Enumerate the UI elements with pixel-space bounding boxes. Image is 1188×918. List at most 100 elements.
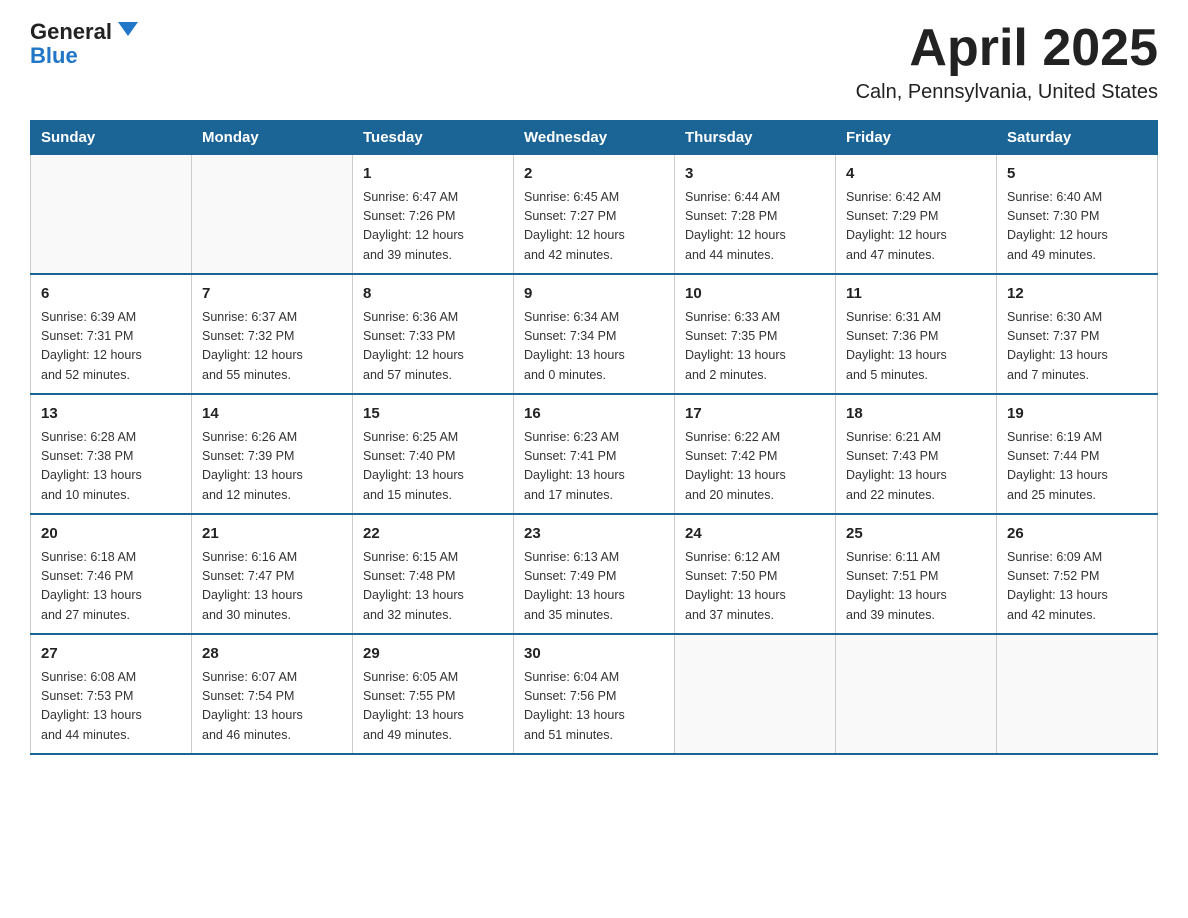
day-info: Sunrise: 6:09 AM Sunset: 7:52 PM Dayligh… [1007, 548, 1147, 626]
day-cell: 5Sunrise: 6:40 AM Sunset: 7:30 PM Daylig… [997, 155, 1158, 275]
day-info: Sunrise: 6:16 AM Sunset: 7:47 PM Dayligh… [202, 548, 342, 626]
page-header: General Blue April 2025 Caln, Pennsylvan… [30, 20, 1158, 104]
day-info: Sunrise: 6:40 AM Sunset: 7:30 PM Dayligh… [1007, 188, 1147, 266]
location-title: Caln, Pennsylvania, United States [856, 81, 1158, 104]
logo-blue-text: Blue [30, 44, 78, 68]
day-number: 10 [685, 283, 825, 306]
day-number: 19 [1007, 403, 1147, 426]
week-row-3: 13Sunrise: 6:28 AM Sunset: 7:38 PM Dayli… [31, 394, 1158, 514]
day-number: 17 [685, 403, 825, 426]
day-cell: 10Sunrise: 6:33 AM Sunset: 7:35 PM Dayli… [675, 274, 836, 394]
day-cell: 15Sunrise: 6:25 AM Sunset: 7:40 PM Dayli… [353, 394, 514, 514]
day-number: 11 [846, 283, 986, 306]
day-info: Sunrise: 6:36 AM Sunset: 7:33 PM Dayligh… [363, 308, 503, 386]
calendar-body: 1Sunrise: 6:47 AM Sunset: 7:26 PM Daylig… [31, 155, 1158, 755]
day-number: 8 [363, 283, 503, 306]
day-number: 12 [1007, 283, 1147, 306]
day-info: Sunrise: 6:08 AM Sunset: 7:53 PM Dayligh… [41, 668, 181, 746]
day-number: 5 [1007, 163, 1147, 186]
month-title: April 2025 [856, 20, 1158, 77]
day-cell: 13Sunrise: 6:28 AM Sunset: 7:38 PM Dayli… [31, 394, 192, 514]
header-cell-thursday: Thursday [675, 121, 836, 155]
day-cell: 7Sunrise: 6:37 AM Sunset: 7:32 PM Daylig… [192, 274, 353, 394]
day-cell: 27Sunrise: 6:08 AM Sunset: 7:53 PM Dayli… [31, 634, 192, 754]
day-cell: 23Sunrise: 6:13 AM Sunset: 7:49 PM Dayli… [514, 514, 675, 634]
day-cell: 3Sunrise: 6:44 AM Sunset: 7:28 PM Daylig… [675, 155, 836, 275]
day-cell: 14Sunrise: 6:26 AM Sunset: 7:39 PM Dayli… [192, 394, 353, 514]
day-info: Sunrise: 6:39 AM Sunset: 7:31 PM Dayligh… [41, 308, 181, 386]
day-number: 21 [202, 523, 342, 546]
day-number: 18 [846, 403, 986, 426]
day-info: Sunrise: 6:22 AM Sunset: 7:42 PM Dayligh… [685, 428, 825, 506]
day-info: Sunrise: 6:42 AM Sunset: 7:29 PM Dayligh… [846, 188, 986, 266]
day-number: 7 [202, 283, 342, 306]
day-info: Sunrise: 6:33 AM Sunset: 7:35 PM Dayligh… [685, 308, 825, 386]
day-info: Sunrise: 6:13 AM Sunset: 7:49 PM Dayligh… [524, 548, 664, 626]
day-info: Sunrise: 6:28 AM Sunset: 7:38 PM Dayligh… [41, 428, 181, 506]
day-cell: 26Sunrise: 6:09 AM Sunset: 7:52 PM Dayli… [997, 514, 1158, 634]
day-cell: 25Sunrise: 6:11 AM Sunset: 7:51 PM Dayli… [836, 514, 997, 634]
day-cell: 24Sunrise: 6:12 AM Sunset: 7:50 PM Dayli… [675, 514, 836, 634]
day-number: 26 [1007, 523, 1147, 546]
week-row-5: 27Sunrise: 6:08 AM Sunset: 7:53 PM Dayli… [31, 634, 1158, 754]
calendar-header: SundayMondayTuesdayWednesdayThursdayFrid… [31, 121, 1158, 155]
day-info: Sunrise: 6:26 AM Sunset: 7:39 PM Dayligh… [202, 428, 342, 506]
day-cell: 18Sunrise: 6:21 AM Sunset: 7:43 PM Dayli… [836, 394, 997, 514]
day-cell: 28Sunrise: 6:07 AM Sunset: 7:54 PM Dayli… [192, 634, 353, 754]
day-cell: 11Sunrise: 6:31 AM Sunset: 7:36 PM Dayli… [836, 274, 997, 394]
day-cell: 21Sunrise: 6:16 AM Sunset: 7:47 PM Dayli… [192, 514, 353, 634]
day-cell: 6Sunrise: 6:39 AM Sunset: 7:31 PM Daylig… [31, 274, 192, 394]
day-cell: 1Sunrise: 6:47 AM Sunset: 7:26 PM Daylig… [353, 155, 514, 275]
day-info: Sunrise: 6:15 AM Sunset: 7:48 PM Dayligh… [363, 548, 503, 626]
day-number: 29 [363, 643, 503, 666]
day-info: Sunrise: 6:47 AM Sunset: 7:26 PM Dayligh… [363, 188, 503, 266]
week-row-2: 6Sunrise: 6:39 AM Sunset: 7:31 PM Daylig… [31, 274, 1158, 394]
day-info: Sunrise: 6:30 AM Sunset: 7:37 PM Dayligh… [1007, 308, 1147, 386]
calendar-table: SundayMondayTuesdayWednesdayThursdayFrid… [30, 120, 1158, 755]
day-number: 3 [685, 163, 825, 186]
day-number: 24 [685, 523, 825, 546]
logo-triangle-icon [118, 22, 138, 36]
day-info: Sunrise: 6:25 AM Sunset: 7:40 PM Dayligh… [363, 428, 503, 506]
day-info: Sunrise: 6:37 AM Sunset: 7:32 PM Dayligh… [202, 308, 342, 386]
day-info: Sunrise: 6:45 AM Sunset: 7:27 PM Dayligh… [524, 188, 664, 266]
header-cell-saturday: Saturday [997, 121, 1158, 155]
day-cell: 2Sunrise: 6:45 AM Sunset: 7:27 PM Daylig… [514, 155, 675, 275]
header-cell-tuesday: Tuesday [353, 121, 514, 155]
day-info: Sunrise: 6:19 AM Sunset: 7:44 PM Dayligh… [1007, 428, 1147, 506]
header-cell-wednesday: Wednesday [514, 121, 675, 155]
day-info: Sunrise: 6:05 AM Sunset: 7:55 PM Dayligh… [363, 668, 503, 746]
day-number: 1 [363, 163, 503, 186]
day-info: Sunrise: 6:31 AM Sunset: 7:36 PM Dayligh… [846, 308, 986, 386]
header-cell-sunday: Sunday [31, 121, 192, 155]
day-number: 14 [202, 403, 342, 426]
day-number: 25 [846, 523, 986, 546]
day-info: Sunrise: 6:11 AM Sunset: 7:51 PM Dayligh… [846, 548, 986, 626]
day-cell: 9Sunrise: 6:34 AM Sunset: 7:34 PM Daylig… [514, 274, 675, 394]
day-cell: 17Sunrise: 6:22 AM Sunset: 7:42 PM Dayli… [675, 394, 836, 514]
day-number: 23 [524, 523, 664, 546]
day-number: 6 [41, 283, 181, 306]
day-number: 9 [524, 283, 664, 306]
day-cell [675, 634, 836, 754]
day-number: 30 [524, 643, 664, 666]
day-info: Sunrise: 6:12 AM Sunset: 7:50 PM Dayligh… [685, 548, 825, 626]
day-cell [192, 155, 353, 275]
day-info: Sunrise: 6:07 AM Sunset: 7:54 PM Dayligh… [202, 668, 342, 746]
header-cell-monday: Monday [192, 121, 353, 155]
day-cell: 16Sunrise: 6:23 AM Sunset: 7:41 PM Dayli… [514, 394, 675, 514]
day-cell: 8Sunrise: 6:36 AM Sunset: 7:33 PM Daylig… [353, 274, 514, 394]
logo-general-text: General [30, 20, 112, 44]
day-cell [31, 155, 192, 275]
day-info: Sunrise: 6:21 AM Sunset: 7:43 PM Dayligh… [846, 428, 986, 506]
day-info: Sunrise: 6:18 AM Sunset: 7:46 PM Dayligh… [41, 548, 181, 626]
day-number: 4 [846, 163, 986, 186]
day-cell: 20Sunrise: 6:18 AM Sunset: 7:46 PM Dayli… [31, 514, 192, 634]
day-cell: 12Sunrise: 6:30 AM Sunset: 7:37 PM Dayli… [997, 274, 1158, 394]
day-cell: 22Sunrise: 6:15 AM Sunset: 7:48 PM Dayli… [353, 514, 514, 634]
day-number: 27 [41, 643, 181, 666]
day-number: 2 [524, 163, 664, 186]
logo: General Blue [30, 20, 138, 68]
day-number: 16 [524, 403, 664, 426]
day-cell: 30Sunrise: 6:04 AM Sunset: 7:56 PM Dayli… [514, 634, 675, 754]
